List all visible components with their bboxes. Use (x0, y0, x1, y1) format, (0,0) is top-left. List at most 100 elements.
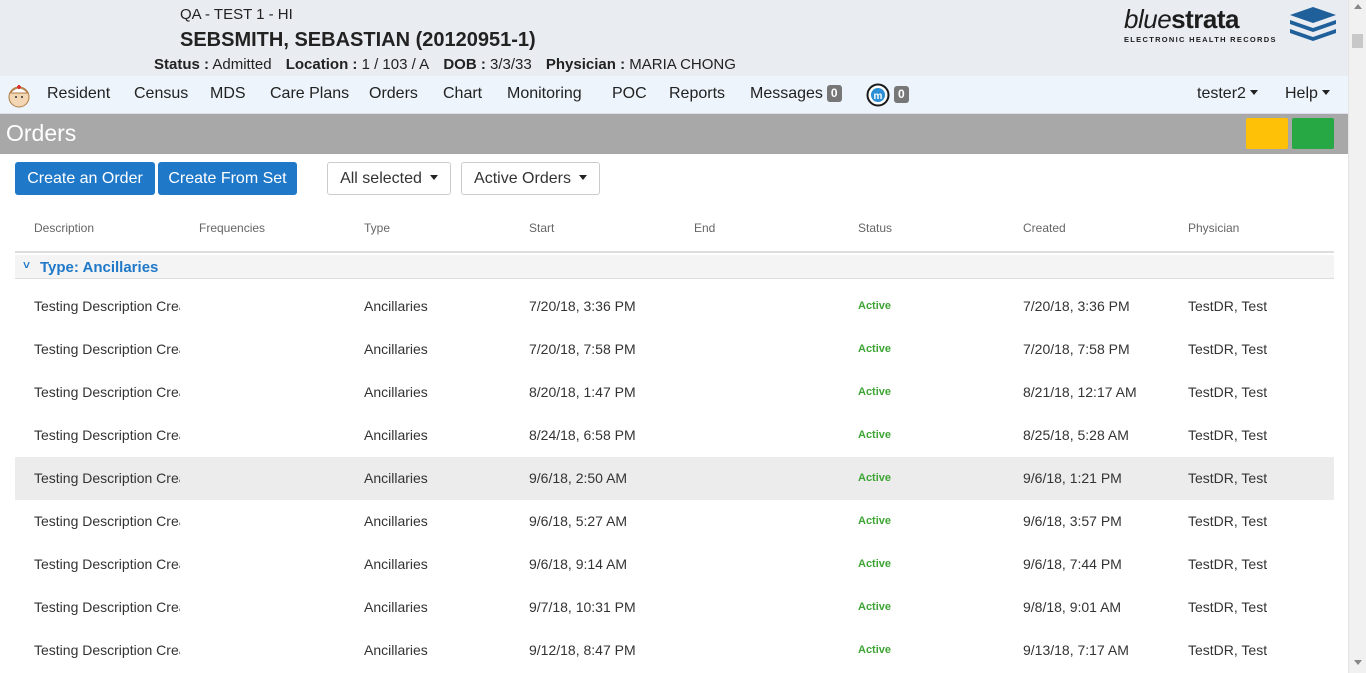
cell-created: 9/8/18, 9:01 AM (1023, 599, 1122, 615)
nav-mds[interactable]: MDS (210, 85, 246, 103)
physician-value: MARIA CHONG (629, 56, 736, 73)
cell-type: Ancillaries (364, 427, 428, 443)
cell-status: Active (858, 300, 892, 312)
nav-messages-label: Messages (750, 85, 823, 102)
cell-type: Ancillaries (364, 298, 428, 314)
cell-type: Ancillaries (364, 642, 428, 658)
cell-description: Testing Description Crea (34, 341, 180, 357)
table-row[interactable]: Testing Description Crea Ancillaries 9/6/1… (15, 543, 1334, 586)
cell-description: Testing Description Crea (34, 513, 180, 529)
table-row[interactable]: Testing Description Crea Ancillaries 8/20/… (15, 371, 1334, 414)
cell-status: Active (858, 601, 892, 613)
cell-created: 9/6/18, 3:57 PM (1023, 513, 1122, 529)
table-row[interactable]: Testing Description Crea Ancillaries 9/6/1… (15, 457, 1334, 500)
cell-physician: TestDR, Test (1188, 470, 1268, 486)
page-title-bar: Orders (0, 114, 1348, 154)
status-filter-dropdown[interactable]: Active Orders (461, 162, 600, 195)
column-header-status[interactable]: Status (858, 221, 892, 235)
create-order-button[interactable]: Create an Order (15, 162, 155, 195)
table-row[interactable]: Testing Description Crea Ancillaries 9/12/… (15, 629, 1334, 672)
table-row[interactable]: Testing Description Crea Ancillaries 7/20/… (15, 285, 1334, 328)
chevron-down-icon[interactable]: ˅ (23, 258, 30, 272)
facility-name: QA - TEST 1 - HI (180, 6, 293, 23)
cell-status: Active (858, 429, 892, 441)
patient-name[interactable]: SEBSMITH, SEBASTIAN (20120951-1) (180, 29, 536, 52)
status-value: Admitted (212, 56, 272, 73)
nav-messages[interactable]: Messages 0 (750, 85, 842, 103)
table-row[interactable]: Testing Description Crea Ancillaries 7/20/… (15, 328, 1334, 371)
cell-type: Ancillaries (364, 470, 428, 486)
cell-description: Testing Description Crea (34, 642, 180, 658)
chevron-down-icon (1249, 90, 1258, 95)
location-value: 1 / 103 / A (361, 56, 430, 73)
column-header-description[interactable]: Description (34, 221, 94, 235)
patient-header: QA - TEST 1 - HI SEBSMITH, SEBASTIAN (20… (0, 0, 1348, 76)
cell-type: Ancillaries (364, 341, 428, 357)
main-nav: Resident Census MDS Care Plans Orders Ch… (0, 76, 1348, 114)
cell-status: Active (858, 386, 892, 398)
scroll-down-arrow-icon[interactable] (1354, 660, 1362, 665)
chevron-down-icon (578, 175, 587, 180)
page-scrollbar[interactable] (1348, 0, 1366, 673)
cell-description: Testing Description Crea (34, 384, 180, 400)
column-header-created[interactable]: Created (1023, 221, 1066, 235)
nav-poc[interactable]: POC (612, 85, 647, 103)
cell-start: 9/6/18, 2:50 AM (529, 470, 628, 486)
cell-description: Testing Description Crea (34, 470, 180, 486)
table-row[interactable]: Testing Description Crea Ancillaries 9/6/1… (15, 500, 1334, 543)
column-header-type[interactable]: Type (364, 221, 390, 235)
cell-created: 9/13/18, 7:17 AM (1023, 642, 1129, 658)
yellow-status-button[interactable] (1246, 118, 1288, 149)
m-logo-icon[interactable]: m (866, 83, 890, 107)
cell-created: 9/6/18, 1:21 PM (1023, 470, 1122, 486)
help-menu[interactable]: Help (1285, 85, 1330, 103)
cell-description: Testing Description Crea (34, 599, 180, 615)
logo-subtitle: ELECTRONIC HEALTH RECORDS (1124, 35, 1277, 44)
chevron-down-icon (1321, 90, 1330, 95)
nav-reports[interactable]: Reports (669, 85, 725, 103)
nav-census[interactable]: Census (134, 85, 188, 103)
cell-status: Active (858, 472, 892, 484)
table-row[interactable]: Testing Description Crea Ancillaries 9/7/1… (15, 586, 1334, 629)
location-label: Location : (285, 56, 358, 73)
column-header-end[interactable]: End (694, 221, 715, 235)
nav-resident[interactable]: Resident (47, 85, 110, 103)
cell-type: Ancillaries (364, 599, 428, 615)
cell-description: Testing Description Crea (34, 298, 180, 314)
page-title: Orders (6, 120, 77, 146)
cell-status: Active (858, 515, 892, 527)
cell-start: 8/24/18, 6:58 PM (529, 427, 636, 443)
nurse-home-icon[interactable] (6, 82, 32, 108)
status-filter-label: Active Orders (474, 170, 571, 187)
svg-text:m: m (874, 91, 883, 102)
column-header-start[interactable]: Start (529, 221, 554, 235)
nav-monitoring[interactable]: Monitoring (507, 85, 582, 103)
cell-start: 7/20/18, 3:36 PM (529, 298, 636, 314)
table-row[interactable]: Testing Description Crea Ancillaries 8/24/… (15, 414, 1334, 457)
cell-physician: TestDR, Test (1188, 599, 1268, 615)
status-label: Status : (154, 56, 210, 73)
nav-care-plans[interactable]: Care Plans (270, 85, 349, 103)
cell-status: Active (858, 558, 892, 570)
cell-start: 8/20/18, 1:47 PM (529, 384, 636, 400)
help-label: Help (1285, 85, 1318, 102)
nav-chart[interactable]: Chart (443, 85, 482, 103)
column-header-physician[interactable]: Physician (1188, 221, 1239, 235)
cell-physician: TestDR, Test (1188, 513, 1268, 529)
cell-start: 9/6/18, 5:27 AM (529, 513, 628, 529)
scroll-up-arrow-icon[interactable] (1354, 4, 1362, 9)
cell-type: Ancillaries (364, 556, 428, 572)
group-row-ancillaries[interactable]: ˅ Type: Ancillaries (15, 255, 1334, 279)
cell-start: 9/6/18, 9:14 AM (529, 556, 628, 572)
column-header-frequencies[interactable]: Frequencies (199, 221, 265, 235)
scroll-thumb[interactable] (1352, 34, 1363, 48)
nav-orders[interactable]: Orders (369, 85, 418, 103)
user-menu[interactable]: tester2 (1197, 85, 1258, 103)
cell-start: 9/12/18, 8:47 PM (529, 642, 636, 658)
cell-created: 8/25/18, 5:28 AM (1023, 427, 1129, 443)
create-from-set-button[interactable]: Create From Set (158, 162, 297, 195)
cell-physician: TestDR, Test (1188, 642, 1268, 658)
type-filter-label: All selected (340, 170, 422, 187)
type-filter-dropdown[interactable]: All selected (327, 162, 451, 195)
green-status-button[interactable] (1292, 118, 1334, 149)
